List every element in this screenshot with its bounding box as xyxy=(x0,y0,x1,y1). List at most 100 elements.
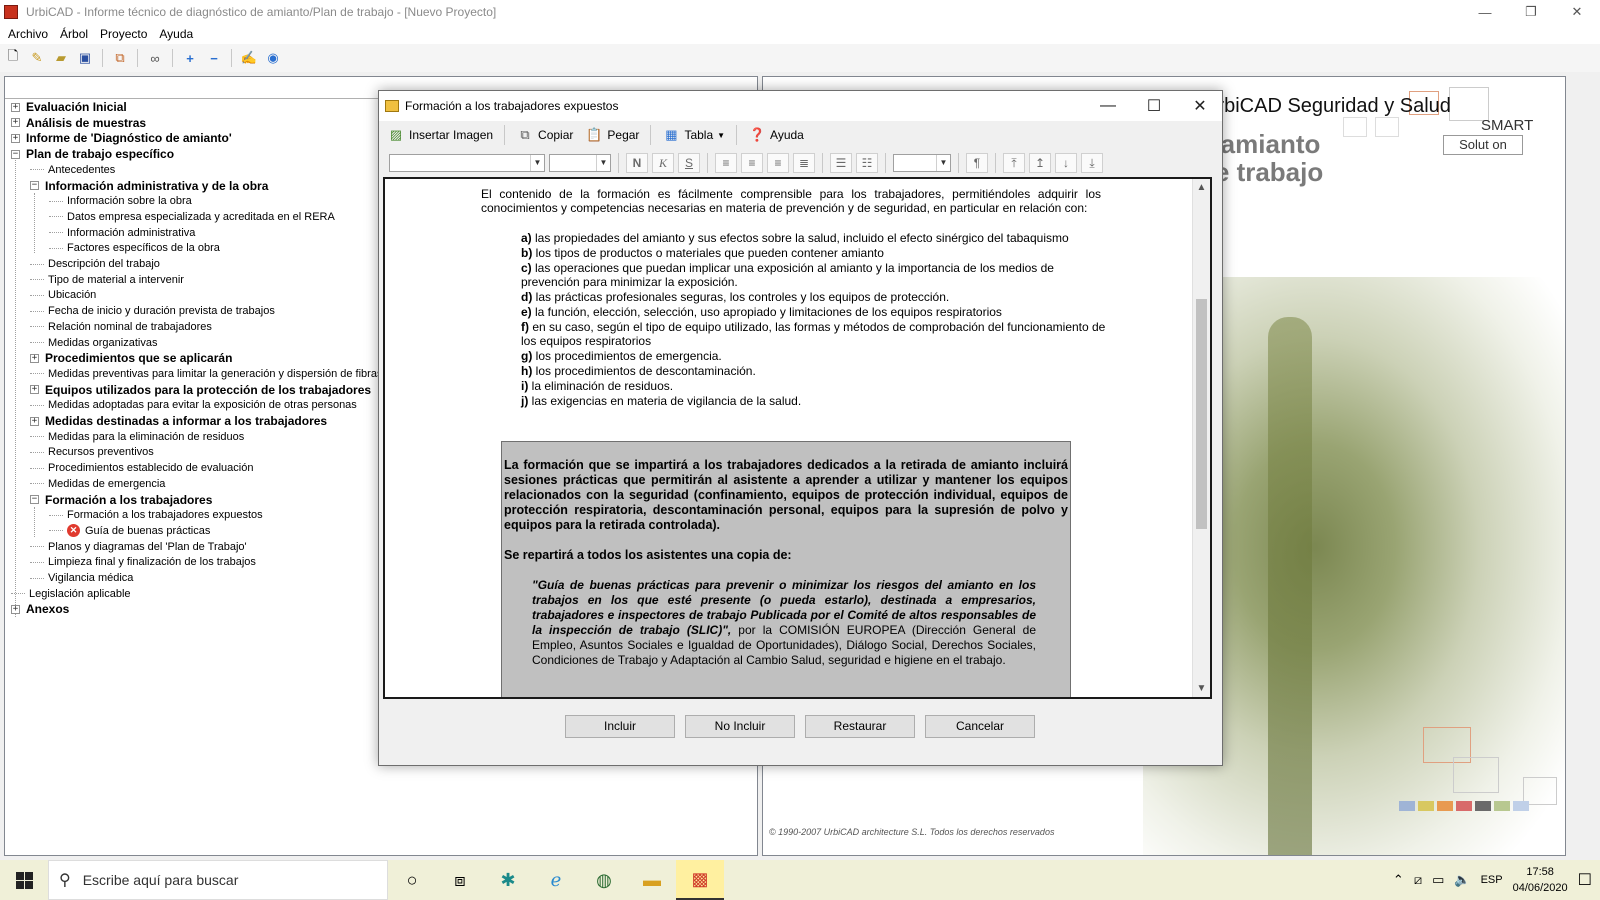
tree-item[interactable]: Medidas para la eliminación de residuos xyxy=(30,429,244,445)
tree-item[interactable]: − Plan de trabajo específico xyxy=(11,146,174,162)
tree-item[interactable]: Medidas organizativas xyxy=(30,335,157,351)
justify-icon[interactable]: ≣ xyxy=(793,153,815,173)
expand-icon[interactable]: + xyxy=(11,604,20,614)
tree-item[interactable]: Formación a los trabajadores expuestos xyxy=(49,507,263,523)
tree-item[interactable]: − Información administrativa y de la obra xyxy=(30,178,268,194)
tree-item[interactable]: Fecha de inicio y duración prevista de t… xyxy=(30,303,275,319)
tree-item[interactable]: + Anexos xyxy=(11,601,69,617)
tree-item[interactable]: Vigilancia médica xyxy=(30,570,133,586)
copy-icon[interactable]: ⧉ xyxy=(111,49,129,67)
editor-scrollbar[interactable]: ▲ ▼ xyxy=(1192,179,1210,697)
tree-item[interactable]: Relación nominal de trabajadores xyxy=(30,319,212,335)
tree-item[interactable]: Tipo de material a intervenir xyxy=(30,272,184,288)
tree-item[interactable]: + Procedimientos que se aplicarán xyxy=(30,350,232,366)
maximize-button[interactable]: ❐ xyxy=(1508,0,1554,24)
help-icon[interactable]: ◉ xyxy=(264,49,282,67)
insert-image-button[interactable]: ▨ Insertar Imagen xyxy=(383,124,497,146)
tree-item[interactable]: Legislación aplicable xyxy=(11,586,131,602)
tree-item[interactable]: Planos y diagramas del 'Plan de Trabajo' xyxy=(30,539,247,555)
tree-item[interactable]: Ubicación xyxy=(30,287,96,303)
tree-item[interactable]: + Análisis de muestras xyxy=(11,115,146,131)
minimize-button[interactable]: — xyxy=(1462,0,1508,24)
network-icon[interactable]: ⧄ xyxy=(1414,872,1422,888)
collapse-icon[interactable]: − xyxy=(30,181,39,190)
save-icon[interactable]: ▣ xyxy=(76,49,94,67)
tree-item[interactable]: + Medidas destinadas a informar a los tra… xyxy=(30,413,327,429)
tree-item[interactable]: Información sobre la obra xyxy=(49,193,192,209)
expand-icon[interactable]: + xyxy=(11,102,20,112)
clock[interactable]: 17:58 04/06/2020 xyxy=(1513,864,1568,896)
display-icon[interactable]: ▭ xyxy=(1432,872,1444,888)
collapse-icon[interactable]: − xyxy=(11,149,20,159)
incluir-button[interactable]: Incluir xyxy=(565,715,675,738)
chevron-up-icon[interactable]: ⌃ xyxy=(1393,872,1404,888)
tree-item[interactable]: Procedimientos establecido de evaluación xyxy=(30,460,253,476)
font-size-select[interactable]: ▼ xyxy=(549,154,611,172)
tree-item[interactable]: + Evaluación Inicial xyxy=(11,99,127,115)
menu-archivo[interactable]: Archivo xyxy=(2,27,54,41)
move-bottom-icon[interactable]: ⤓ xyxy=(1081,153,1103,173)
tree-item[interactable]: Medidas de emergencia xyxy=(30,476,165,492)
expand-icon[interactable]: + xyxy=(30,416,39,426)
tree-item[interactable]: Limpieza final y finalización de los tra… xyxy=(30,554,256,570)
tree-item[interactable]: + Equipos utilizados para la protección d… xyxy=(30,382,371,398)
edit-check-icon[interactable]: ✍ xyxy=(240,49,258,67)
scroll-up-icon[interactable]: ▲ xyxy=(1193,179,1210,196)
edge-icon[interactable]: ℯ xyxy=(532,860,580,900)
expand-all-icon[interactable]: + xyxy=(181,49,199,67)
task-view-icon[interactable]: ⧈ xyxy=(436,860,484,900)
style-select[interactable]: ▼ xyxy=(893,154,951,172)
help-button[interactable]: ❓ Ayuda xyxy=(744,124,808,146)
underline-button[interactable]: S xyxy=(678,153,700,173)
tree-item[interactable]: Medidas adoptadas para evitar la exposic… xyxy=(30,397,357,413)
dialog-close-button[interactable]: ✕ xyxy=(1177,91,1223,121)
restaurar-button[interactable]: Restaurar xyxy=(805,715,915,738)
rich-text-editor[interactable]: El contenido de la formación es fácilmen… xyxy=(383,177,1212,699)
taskbar-search[interactable]: ⚲ Escribe aquí para buscar xyxy=(48,860,388,900)
move-top-icon[interactable]: ⤒ xyxy=(1003,153,1025,173)
numbered-list-icon[interactable]: ☷ xyxy=(856,153,878,173)
menu-ayuda[interactable]: Ayuda xyxy=(153,27,199,41)
cortana-icon[interactable]: ○ xyxy=(388,860,436,900)
expand-icon[interactable]: + xyxy=(11,133,20,143)
tree-item[interactable]: Información administrativa xyxy=(49,225,195,241)
file-explorer-icon[interactable]: ▬ xyxy=(628,860,676,900)
cancelar-button[interactable]: Cancelar xyxy=(925,715,1035,738)
dialog-maximize-button[interactable]: ☐ xyxy=(1131,91,1177,121)
scroll-thumb[interactable] xyxy=(1196,299,1207,529)
app-star-icon[interactable]: ✱ xyxy=(484,860,532,900)
tree-item[interactable]: − Formación a los trabajadores xyxy=(30,492,212,508)
expand-icon[interactable]: + xyxy=(30,385,39,395)
scroll-down-icon[interactable]: ▼ xyxy=(1193,680,1210,697)
align-left-icon[interactable]: ≡ xyxy=(715,153,737,173)
tree-item[interactable]: ✕ Guía de buenas prácticas xyxy=(49,523,210,539)
font-family-select[interactable]: ▼ xyxy=(389,154,545,172)
expand-icon[interactable]: + xyxy=(11,118,20,128)
collapse-all-icon[interactable]: − xyxy=(205,49,223,67)
table-button[interactable]: ▦ Tabla ▼ xyxy=(658,124,729,146)
menu-arbol[interactable]: Árbol xyxy=(54,27,94,41)
italic-button[interactable]: K xyxy=(652,153,674,173)
no-incluir-button[interactable]: No Incluir xyxy=(685,715,795,738)
open-folder-icon[interactable]: ▰ xyxy=(52,49,70,67)
volume-icon[interactable]: 🔈 xyxy=(1454,872,1470,888)
align-center-icon[interactable]: ≡ xyxy=(741,153,763,173)
close-button[interactable]: ✕ xyxy=(1554,0,1600,24)
expand-icon[interactable]: + xyxy=(30,353,39,363)
link-icon[interactable]: ∞ xyxy=(146,49,164,67)
wand-icon[interactable]: ✎ xyxy=(28,49,46,67)
start-button[interactable] xyxy=(0,860,48,900)
tree-item[interactable]: Factores específicos de la obra xyxy=(49,240,220,256)
bold-button[interactable]: N xyxy=(626,153,648,173)
notifications-icon[interactable]: ☐ xyxy=(1578,870,1592,890)
tree-item[interactable]: Recursos preventivos xyxy=(30,444,154,460)
move-down-icon[interactable]: ↓ xyxy=(1055,153,1077,173)
align-right-icon[interactable]: ≡ xyxy=(767,153,789,173)
dialog-minimize-button[interactable]: — xyxy=(1085,91,1131,121)
bullet-list-icon[interactable]: ☰ xyxy=(830,153,852,173)
tree-item[interactable]: + Informe de 'Diagnóstico de amianto' xyxy=(11,130,232,146)
paragraph-icon[interactable]: ¶ xyxy=(966,153,988,173)
menu-proyecto[interactable]: Proyecto xyxy=(94,27,153,41)
copy-button[interactable]: ⧉ Copiar xyxy=(512,124,577,146)
tree-item[interactable]: Medidas preventivas para limitar la gene… xyxy=(30,366,382,382)
